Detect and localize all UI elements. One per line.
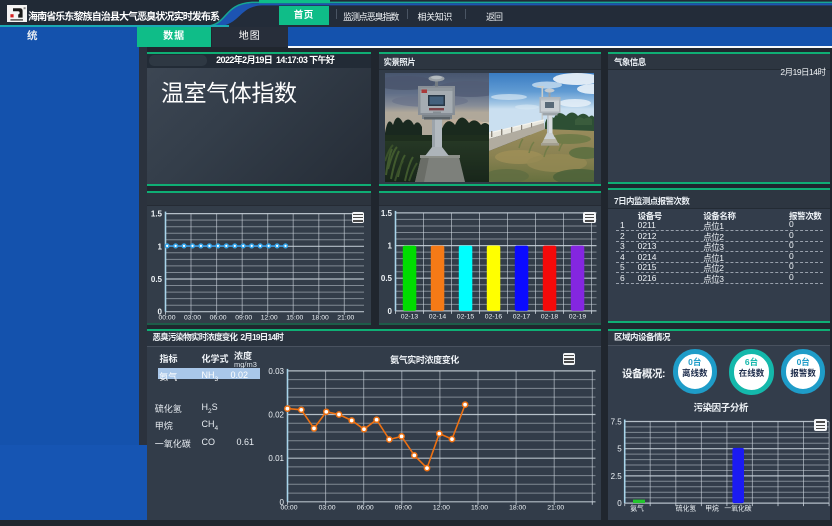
svg-text:02-15: 02-15 <box>456 313 474 320</box>
svg-text:02-17: 02-17 <box>512 313 530 320</box>
svg-text:2.5: 2.5 <box>611 472 623 481</box>
svg-text:15:00: 15:00 <box>286 314 303 321</box>
svg-text:02-14: 02-14 <box>428 313 446 320</box>
svg-text:甲烷: 甲烷 <box>705 503 719 512</box>
svg-text:1.5: 1.5 <box>150 209 162 218</box>
svg-text:02-19: 02-19 <box>568 313 586 320</box>
svg-text:18:00: 18:00 <box>509 504 526 511</box>
svg-text:15:00: 15:00 <box>470 504 487 511</box>
svg-text:03:00: 03:00 <box>318 504 335 511</box>
svg-text:1.5: 1.5 <box>380 209 392 218</box>
svg-text:0.03: 0.03 <box>268 367 284 376</box>
svg-text:18:00: 18:00 <box>311 314 328 321</box>
svg-text:1: 1 <box>387 241 392 250</box>
svg-text:09:00: 09:00 <box>394 504 411 511</box>
svg-text:0: 0 <box>617 499 622 508</box>
svg-text:氨气: 氨气 <box>630 503 644 512</box>
svg-text:0.01: 0.01 <box>268 454 284 463</box>
svg-text:7.5: 7.5 <box>611 417 623 426</box>
svg-text:00:00: 00:00 <box>280 504 297 511</box>
svg-text:12:00: 12:00 <box>260 314 277 321</box>
svg-text:0.5: 0.5 <box>380 274 392 283</box>
svg-text:1: 1 <box>157 242 162 251</box>
svg-text:12:00: 12:00 <box>432 504 449 511</box>
svg-text:06:00: 06:00 <box>209 314 226 321</box>
svg-text:5: 5 <box>617 444 622 453</box>
svg-text:00:00: 00:00 <box>158 314 175 321</box>
svg-text:硫化氢: 硫化氢 <box>676 503 697 512</box>
svg-text:02-16: 02-16 <box>484 313 502 320</box>
svg-text:21:00: 21:00 <box>547 504 564 511</box>
svg-text:09:00: 09:00 <box>235 314 252 321</box>
svg-text:21:00: 21:00 <box>337 314 354 321</box>
svg-text:0.02: 0.02 <box>268 410 284 419</box>
svg-text:一氧化碳: 一氧化碳 <box>724 503 751 512</box>
svg-text:0: 0 <box>387 307 392 316</box>
svg-text:03:00: 03:00 <box>183 314 200 321</box>
svg-text:02-13: 02-13 <box>400 313 418 320</box>
svg-text:0.5: 0.5 <box>150 275 162 284</box>
svg-text:06:00: 06:00 <box>356 504 373 511</box>
svg-text:02-18: 02-18 <box>540 313 558 320</box>
